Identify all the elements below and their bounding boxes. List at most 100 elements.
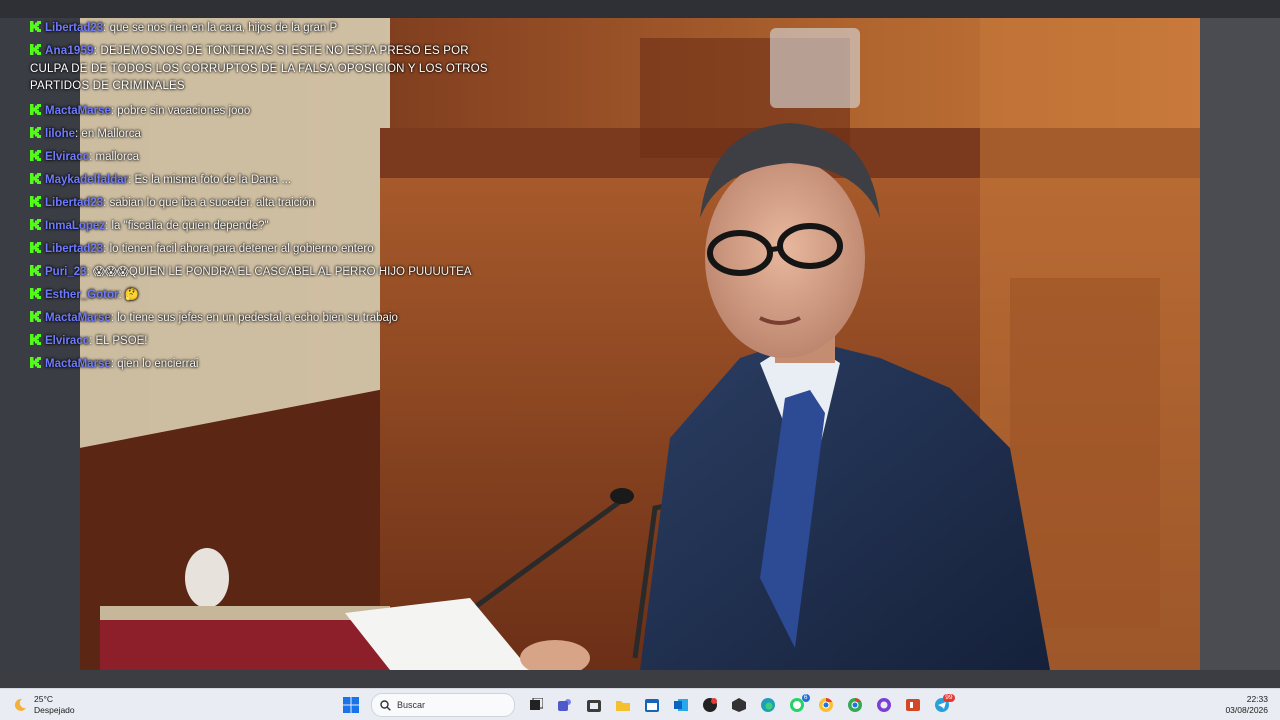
kick-badge-icon bbox=[30, 218, 41, 230]
chat-message-text: pobre sin vacaciones jooo bbox=[117, 104, 251, 117]
chat-message: MactaMarse: lo tiene sus jefes en un ped… bbox=[30, 310, 500, 326]
weather-condition: Despejado bbox=[34, 705, 75, 715]
chrome-alt-button[interactable] bbox=[844, 694, 866, 716]
taskbar-apps: Buscar 6 99 bbox=[336, 689, 956, 720]
app-cube-icon bbox=[731, 698, 746, 712]
weather-widget[interactable]: 25°C Despejado bbox=[12, 694, 75, 716]
chat-message-text: EL PSOE! bbox=[95, 334, 148, 347]
calendar-button[interactable] bbox=[641, 694, 663, 716]
chat-username[interactable]: MactaMarse bbox=[45, 312, 111, 324]
outlook-button[interactable] bbox=[670, 694, 692, 716]
browser-tab-strip bbox=[0, 0, 1280, 18]
chat-message: Esther_Gotor: 🤔 bbox=[30, 287, 500, 303]
chat-message-text: qien lo encierrai bbox=[117, 357, 199, 370]
kick-badge-icon bbox=[30, 195, 41, 207]
chat-username[interactable]: lilohe bbox=[45, 128, 75, 140]
cube-app-button[interactable] bbox=[728, 694, 750, 716]
windows-taskbar: 25°C Despejado Buscar 6 99 22:33 03/08/2… bbox=[0, 688, 1280, 720]
chat-username[interactable]: MactaMarse bbox=[45, 105, 111, 117]
chat-username[interactable]: Libertad23 bbox=[45, 243, 103, 255]
chat-message: Ana1959: DEJEMOSNOS DE TONTERIAS SI ESTE… bbox=[30, 43, 500, 96]
chat-separator: : bbox=[93, 45, 101, 57]
chat-message-text: lo tienen facil ahora para detener al go… bbox=[109, 242, 374, 255]
start-button[interactable] bbox=[340, 694, 362, 716]
outlook-icon bbox=[673, 699, 688, 711]
kick-badge-icon bbox=[30, 149, 41, 161]
teams-button[interactable] bbox=[554, 694, 576, 716]
kick-badge-icon bbox=[30, 21, 41, 32]
chat-username[interactable]: Puri_23 bbox=[45, 266, 87, 278]
kick-badge-icon bbox=[30, 126, 41, 138]
chat-username[interactable]: Ana1959 bbox=[45, 45, 94, 57]
chat-message: Libertad23: que se nos rien en la cara, … bbox=[30, 20, 500, 36]
clock-time: 22:33 bbox=[1246, 694, 1268, 704]
circle-app-button[interactable] bbox=[873, 694, 895, 716]
chat-username[interactable]: Esther_Gotor bbox=[45, 289, 119, 301]
task-view-button[interactable] bbox=[525, 694, 547, 716]
chat-message: Libertad23: lo tienen facil ahora para d… bbox=[30, 241, 500, 257]
telegram-badge: 99 bbox=[943, 694, 955, 702]
edge-button[interactable] bbox=[757, 694, 779, 716]
chat-username[interactable]: Libertad23 bbox=[45, 197, 103, 209]
chat-message: Elviracc: EL PSOE! bbox=[30, 333, 500, 349]
kick-badge-icon bbox=[30, 287, 41, 299]
store-icon bbox=[586, 700, 601, 712]
chrome-icon bbox=[818, 698, 833, 712]
search-icon bbox=[380, 699, 391, 711]
powerpoint-button[interactable] bbox=[902, 694, 924, 716]
kick-badge-icon bbox=[30, 356, 41, 368]
kick-badge-icon bbox=[30, 44, 41, 55]
chrome-alt-icon bbox=[847, 698, 862, 712]
telegram-button[interactable]: 99 bbox=[931, 694, 955, 716]
taskbar-search-box[interactable]: Buscar bbox=[371, 693, 515, 717]
live-chat-overlay: Libertad23: que se nos rien en la cara, … bbox=[30, 20, 500, 379]
dark-app-button[interactable] bbox=[699, 694, 721, 716]
chat-message: Elviracc: mallorca bbox=[30, 149, 500, 165]
edge-icon bbox=[760, 698, 775, 712]
store-button[interactable] bbox=[583, 694, 605, 716]
chat-message-text: lo tiene sus jefes en un pedestal a echo… bbox=[117, 311, 398, 324]
chat-message: lilohe: en Mallorca bbox=[30, 126, 500, 142]
chat-message-text: en Mallorca bbox=[81, 127, 141, 140]
kick-badge-icon bbox=[30, 103, 41, 115]
chat-username[interactable]: MactaMarse bbox=[45, 358, 111, 370]
chat-username[interactable]: Maykadelfaldar bbox=[45, 174, 128, 186]
screen: Libertad23: que se nos rien en la cara, … bbox=[0, 0, 1280, 720]
teams-icon bbox=[557, 699, 571, 711]
file-explorer-button[interactable] bbox=[612, 694, 634, 716]
chat-username[interactable]: Elviracc bbox=[45, 335, 89, 347]
chat-username[interactable]: Libertad23 bbox=[45, 22, 103, 34]
chat-message: Maykadelfaldar: Es la misma foto de la D… bbox=[30, 172, 500, 188]
chat-username[interactable]: InmaLopez bbox=[45, 220, 105, 232]
start-icon bbox=[342, 697, 359, 713]
chat-message: MactaMarse: pobre sin vacaciones jooo bbox=[30, 103, 500, 119]
chat-message-text: Es la misma foto de la Dana ... bbox=[134, 173, 292, 186]
chat-message-text: mallorca bbox=[95, 150, 139, 163]
chat-message: Libertad23: sabian lo que iba a suceder.… bbox=[30, 195, 500, 211]
task-view-icon bbox=[529, 698, 543, 710]
chat-message: InmaLopez: la "fiscalia de quien depende… bbox=[30, 218, 500, 234]
chat-message-text: sabian lo que iba a suceder. alta traici… bbox=[109, 196, 315, 209]
search-placeholder: Buscar bbox=[397, 700, 426, 710]
chat-message-text: 🤔 bbox=[124, 288, 140, 301]
kick-badge-icon bbox=[30, 333, 41, 345]
system-clock[interactable]: 22:33 03/08/2026 bbox=[1225, 694, 1268, 716]
browser-sidebar bbox=[1200, 18, 1280, 670]
kick-badge-icon bbox=[30, 172, 41, 184]
chrome-button[interactable] bbox=[815, 694, 837, 716]
chat-message: Puri_23: 😱😱😱QUIEN LE PONDRA EL CASCABEL … bbox=[30, 264, 500, 280]
chat-message-text: que se nos rien en la cara, hijos de la … bbox=[109, 22, 338, 34]
chat-message-text: la "fiscalia de quien depende?" bbox=[111, 219, 269, 232]
weather-temperature: 25°C bbox=[34, 694, 53, 704]
whatsapp-button[interactable]: 6 bbox=[786, 694, 810, 716]
kick-badge-icon bbox=[30, 310, 41, 322]
browser-bottom-bar bbox=[0, 670, 1280, 688]
chat-username[interactable]: Elviracc bbox=[45, 151, 89, 163]
file-explorer-icon bbox=[615, 701, 630, 711]
kick-badge-icon bbox=[30, 241, 41, 253]
app-dark-icon bbox=[702, 698, 717, 712]
clock-date: 03/08/2026 bbox=[1225, 705, 1268, 715]
powerpoint-icon bbox=[905, 699, 920, 711]
chat-message: MactaMarse: qien lo encierrai bbox=[30, 356, 500, 372]
chat-message-text: 😱😱😱QUIEN LE PONDRA EL CASCABEL AL PERRO … bbox=[92, 265, 472, 278]
